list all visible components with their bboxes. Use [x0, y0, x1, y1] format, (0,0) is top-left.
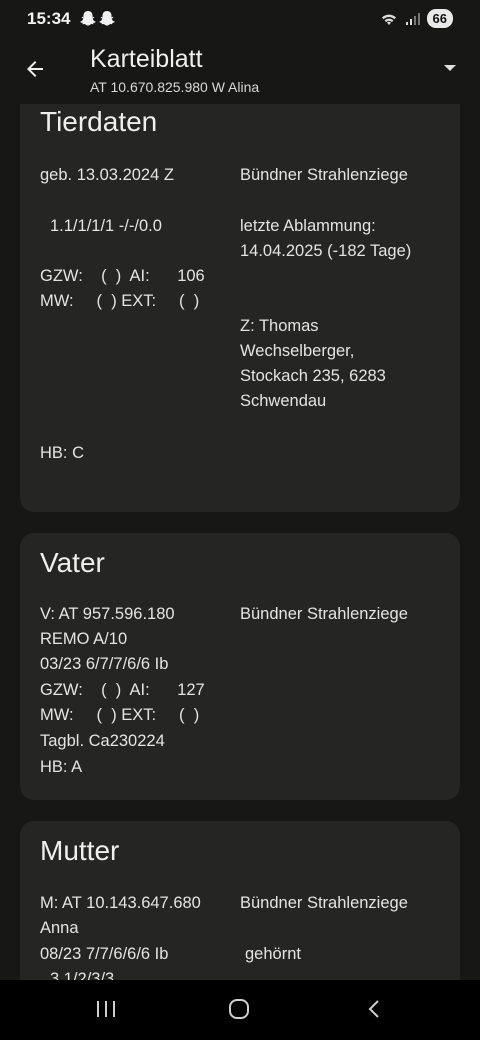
chevron-left-icon	[368, 1000, 379, 1018]
snapchat-icon	[80, 11, 96, 26]
mw-line: MW: ( ) EXT: ( )	[40, 292, 200, 310]
breeder-line-1: Z: Thomas	[240, 317, 319, 335]
father-scores: 03/23 6/7/7/6/6 Ib	[40, 655, 169, 673]
herdbook-class: HB: C	[40, 444, 85, 462]
mother-id: M: AT 10.143.647.680	[40, 894, 201, 912]
tierdaten-card: Tierdaten geb. 13.03.2024 Z Bündner Stra…	[20, 104, 460, 512]
mother-breed: Bündner Strahlenziege	[240, 894, 408, 912]
home-icon	[229, 999, 249, 1019]
last-lambing-value: 14.04.2025 (-182 Tage)	[240, 242, 412, 260]
status-time: 15:34	[27, 9, 71, 28]
father-tagbl: Tagbl. Ca230224	[40, 732, 165, 750]
father-name: REMO A/10	[40, 630, 128, 648]
content-scroll[interactable]: Tierdaten geb. 13.03.2024 Z Bündner Stra…	[0, 104, 480, 980]
arrow-left-icon	[27, 61, 43, 77]
recent-apps-button[interactable]	[95, 998, 117, 1025]
breeder-line-4: Schwendau	[240, 392, 327, 410]
battery-indicator: 66	[426, 9, 453, 28]
page-title: Karteiblatt	[90, 45, 203, 73]
nav-back-button[interactable]	[364, 998, 386, 1025]
signal-icon	[405, 12, 421, 26]
last-lambing-label: letzte Ablammung:	[240, 217, 376, 235]
system-nav-bar	[0, 980, 480, 1040]
page-subtitle: AT 10.670.825.980 W Alina	[90, 79, 260, 95]
snapchat-icon	[99, 11, 115, 26]
dropdown-button[interactable]	[440, 58, 460, 78]
father-gzw-line: GZW: ( ) AI: 127	[40, 681, 205, 699]
father-herdbook-class: HB: A	[40, 758, 83, 776]
lactation-code: 1.1/1/1/1 -/-/0.0	[50, 217, 162, 235]
home-button[interactable]	[228, 998, 250, 1025]
mother-scores: 08/23 7/7/6/6/6 Ib	[40, 945, 169, 963]
breeder-line-2: Wechselberger,	[240, 342, 355, 360]
vater-title: Vater	[40, 547, 105, 578]
recents-icon	[97, 1001, 115, 1017]
breed: Bündner Strahlenziege	[240, 166, 408, 184]
app-bar: Karteiblatt AT 10.670.825.980 W Alina	[0, 38, 480, 104]
back-button[interactable]	[20, 54, 50, 84]
father-breed: Bündner Strahlenziege	[240, 605, 408, 623]
system-status: 66	[379, 9, 453, 28]
breeder-line-3: Stockach 235, 6283	[240, 367, 386, 385]
wifi-icon	[379, 11, 399, 27]
father-id: V: AT 957.596.180	[40, 605, 175, 623]
mutter-card[interactable]: Mutter M: AT 10.143.647.680 Bündner Stra…	[20, 821, 460, 980]
father-mw-line: MW: ( ) EXT: ( )	[40, 706, 200, 724]
mother-lactation-code: 3.1/2/3/3	[50, 970, 115, 980]
mother-horn-status: gehörnt	[245, 945, 301, 963]
gzw-line: GZW: ( ) AI: 106	[40, 267, 205, 285]
mother-name: Anna	[40, 919, 79, 937]
status-bar: 15:34 66	[0, 0, 480, 38]
notification-icons	[80, 10, 115, 27]
mutter-title: Mutter	[40, 835, 120, 866]
tierdaten-title: Tierdaten	[40, 106, 158, 137]
caret-down-icon	[444, 65, 456, 71]
birth-date: geb. 13.03.2024 Z	[40, 166, 174, 184]
vater-card[interactable]: Vater V: AT 957.596.180 Bündner Strahlen…	[20, 533, 460, 800]
